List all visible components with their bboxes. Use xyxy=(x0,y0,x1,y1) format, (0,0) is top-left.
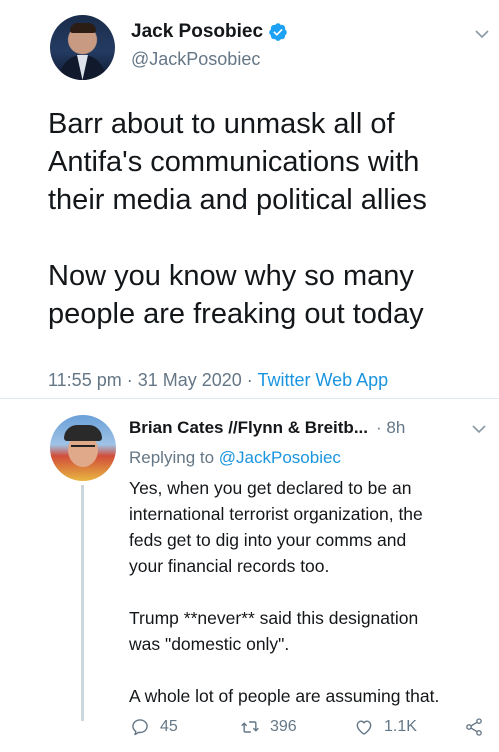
reply-line: Trump **never** said this designation xyxy=(129,608,419,628)
avatar[interactable] xyxy=(50,415,116,481)
replying-to: Replying to @JackPosobiec xyxy=(129,448,341,468)
reply-time[interactable]: · 8h xyxy=(376,418,405,438)
heart-icon xyxy=(356,720,372,735)
replying-prefix: Replying to xyxy=(129,448,219,467)
verified-badge-icon xyxy=(269,23,287,41)
mention-link[interactable]: @JackPosobiec xyxy=(219,448,341,467)
action-bar: 45 396 1.1K xyxy=(0,717,499,747)
author-handle[interactable]: @JackPosobiec xyxy=(131,49,260,70)
like-button[interactable]: 1.1K xyxy=(354,717,417,737)
reply-line: feds get to dig into your comms and xyxy=(129,530,407,550)
reply-line: international terrorist organization, th… xyxy=(129,504,423,524)
chevron-down-icon[interactable] xyxy=(474,26,490,42)
retweet-count: 396 xyxy=(270,718,297,735)
share-button[interactable] xyxy=(464,717,484,737)
avatar-hair xyxy=(70,23,96,33)
tweet-line: Now you know why so many xyxy=(48,260,414,292)
timestamp[interactable]: 11:55 pm · 31 May 2020 · xyxy=(48,370,257,390)
reply-line: Yes, when you get declared to be an xyxy=(129,478,412,498)
author-name-row[interactable]: Jack Posobiec xyxy=(131,21,288,43)
tweet-line: Antifa's communications with xyxy=(48,146,420,178)
like-count: 1.1K xyxy=(384,718,417,735)
avatar-glasses xyxy=(71,445,95,451)
tweet-line: their media and political allies xyxy=(48,184,427,216)
tweet-meta: 11:55 pm · 31 May 2020 · Twitter Web App xyxy=(48,370,388,391)
thread-line xyxy=(81,485,84,721)
avatar-cap xyxy=(64,425,102,441)
reply-button[interactable]: 45 xyxy=(130,717,178,737)
reply-line: was "domestic only". xyxy=(129,634,290,654)
reply-header: Brian Cates //Flynn & Breitb... · 8h xyxy=(129,418,405,438)
divider xyxy=(0,398,499,399)
reply-line: your financial records too. xyxy=(129,556,330,576)
tweet-text: Barr about to unmask all of Antifa's com… xyxy=(48,105,488,333)
tweet-line: people are freaking out today xyxy=(48,298,424,330)
author-name[interactable]: Jack Posobiec xyxy=(131,21,263,43)
tweet-line: Barr about to unmask all of xyxy=(48,108,395,140)
reply-author-name[interactable]: Brian Cates //Flynn & Breitb... xyxy=(129,418,368,438)
share-icon xyxy=(466,718,482,736)
retweet-icon xyxy=(241,721,259,733)
chevron-down-icon[interactable] xyxy=(471,421,487,437)
reply-count: 45 xyxy=(160,718,178,735)
reply-text: Yes, when you get declared to be an inte… xyxy=(129,475,497,709)
reply-line: A whole lot of people are assuming that. xyxy=(129,686,440,706)
reply-icon xyxy=(132,719,148,736)
retweet-button[interactable]: 396 xyxy=(240,717,297,737)
source-link[interactable]: Twitter Web App xyxy=(257,370,388,390)
avatar[interactable] xyxy=(50,15,115,80)
